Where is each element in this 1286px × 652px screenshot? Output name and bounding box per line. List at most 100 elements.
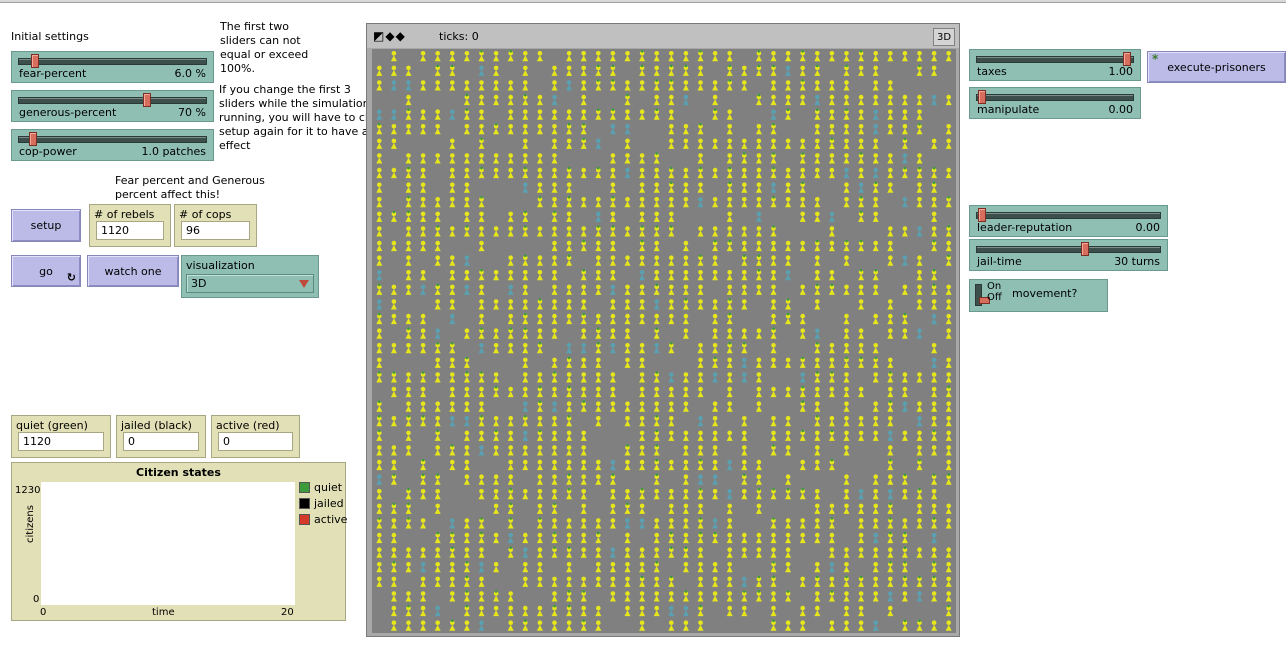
monitor-label: active (red) [216, 419, 280, 432]
cop-agent [390, 109, 397, 120]
citizen-agent [405, 255, 412, 266]
citizen-agent [434, 153, 441, 164]
slider-track[interactable] [976, 246, 1161, 253]
citizen-agent [668, 313, 675, 325]
slider-knob[interactable] [28, 132, 37, 146]
citizen-agent [522, 605, 529, 617]
cop-agent [668, 372, 675, 383]
citizen-agent [785, 240, 792, 252]
citizen-agent [770, 51, 777, 62]
jail-time-slider[interactable]: jail-time 30 turns [969, 239, 1168, 271]
citizen-agent [872, 153, 879, 164]
legend-item-active: active [299, 513, 347, 529]
citizen-agent [420, 576, 427, 587]
citizen-agent [770, 591, 777, 602]
visualization-chooser[interactable]: visualization 3D [181, 255, 319, 298]
generous-percent-slider[interactable]: generous-percent 70 % [11, 90, 214, 122]
citizen-agent [478, 94, 485, 106]
citizen-agent [536, 459, 543, 471]
citizen-agent [755, 226, 762, 237]
citizen-agent [697, 488, 704, 500]
citizen-agent [449, 562, 456, 573]
citizen-agent [390, 343, 397, 354]
slider-knob[interactable] [978, 90, 986, 104]
cop-agent [551, 401, 558, 412]
citizen-agent [609, 503, 616, 514]
citizen-agent [536, 547, 543, 558]
citizen-agent [376, 415, 383, 427]
citizen-agent [872, 80, 879, 91]
citizen-agent [828, 371, 835, 383]
setup-button[interactable]: setup [11, 209, 81, 242]
world-canvas[interactable] [372, 49, 956, 633]
citizen-agent [420, 591, 427, 602]
citizen-agent [434, 445, 441, 456]
citizen-agent [566, 196, 573, 208]
citizen-agent [931, 372, 938, 383]
slider-track[interactable] [976, 56, 1134, 63]
fear-percent-slider[interactable]: fear-percent 6.0 % [11, 51, 214, 83]
cop-agent [478, 65, 485, 76]
slider-track[interactable] [976, 94, 1134, 101]
citizen-agent [507, 488, 514, 500]
monitor-label: # of rebels [94, 208, 155, 221]
slider-track[interactable] [18, 58, 207, 65]
cop-power-slider[interactable]: cop-power 1.0 patches [11, 129, 214, 161]
go-button[interactable]: go ↻ [11, 255, 81, 287]
slider-track[interactable] [976, 212, 1161, 219]
leader-reputation-slider[interactable]: leader-reputation 0.00 [969, 205, 1168, 237]
slider-track[interactable] [18, 136, 207, 143]
slider-knob[interactable] [1081, 242, 1090, 256]
movement-switch[interactable]: On Off movement? [969, 279, 1108, 312]
citizen-agent [624, 502, 631, 514]
view-control-icons[interactable]: ◩◆◆ [373, 29, 406, 43]
citizen-agent [755, 474, 762, 485]
switch-label: movement? [1012, 287, 1078, 300]
manipulate-slider[interactable]: manipulate 0.00 [969, 87, 1141, 119]
citizen-agent [493, 489, 500, 500]
taxes-slider[interactable]: taxes 1.00 [969, 49, 1141, 81]
citizen-agent [551, 474, 558, 485]
citizen-agent [390, 561, 397, 573]
cop-agent [770, 182, 777, 193]
citizen-agent [697, 357, 704, 368]
citizen-agent [434, 51, 441, 62]
watch-one-button[interactable]: watch one [87, 255, 179, 287]
switch-track[interactable] [975, 284, 990, 306]
citizen-agent [828, 124, 835, 135]
citizen-agent [682, 64, 689, 76]
slider-knob[interactable] [30, 54, 39, 68]
citizen-agent [536, 124, 543, 135]
citizen-agent [405, 284, 412, 295]
citizen-agent [755, 254, 762, 266]
chooser-select[interactable]: 3D [186, 274, 314, 293]
cop-agent [916, 328, 923, 339]
citizen-agent [916, 430, 923, 441]
slider-knob[interactable] [1123, 52, 1131, 66]
slider-knob[interactable] [978, 208, 986, 222]
citizen-agent [682, 372, 689, 383]
citizen-agent [595, 327, 602, 339]
citizen-agent [609, 255, 616, 266]
citizen-agent [901, 518, 908, 529]
citizen-agent [916, 255, 923, 266]
citizen-agent [814, 270, 821, 281]
cop-agent [376, 270, 383, 281]
citizen-agent [463, 167, 470, 179]
citizen-agent [901, 137, 908, 149]
execute-prisoners-button[interactable]: * execute-prisoners [1147, 51, 1286, 83]
citizen-agent [785, 197, 792, 208]
citizen-agent [668, 620, 675, 631]
slider-knob[interactable] [143, 93, 152, 107]
slider-track[interactable] [18, 97, 207, 104]
citizen-agent [741, 605, 748, 617]
citizen-agent [726, 591, 733, 602]
citizen-agent [682, 489, 689, 500]
view-3d-button[interactable]: 3D [933, 28, 955, 46]
citizen-agent [712, 255, 719, 266]
citizen-agent [799, 488, 806, 500]
citizen-agent [580, 328, 587, 339]
world-view[interactable]: ◩◆◆ ticks: 0 3D [366, 23, 960, 637]
y-tick-min: 0 [33, 594, 40, 605]
cop-agent [478, 343, 485, 354]
